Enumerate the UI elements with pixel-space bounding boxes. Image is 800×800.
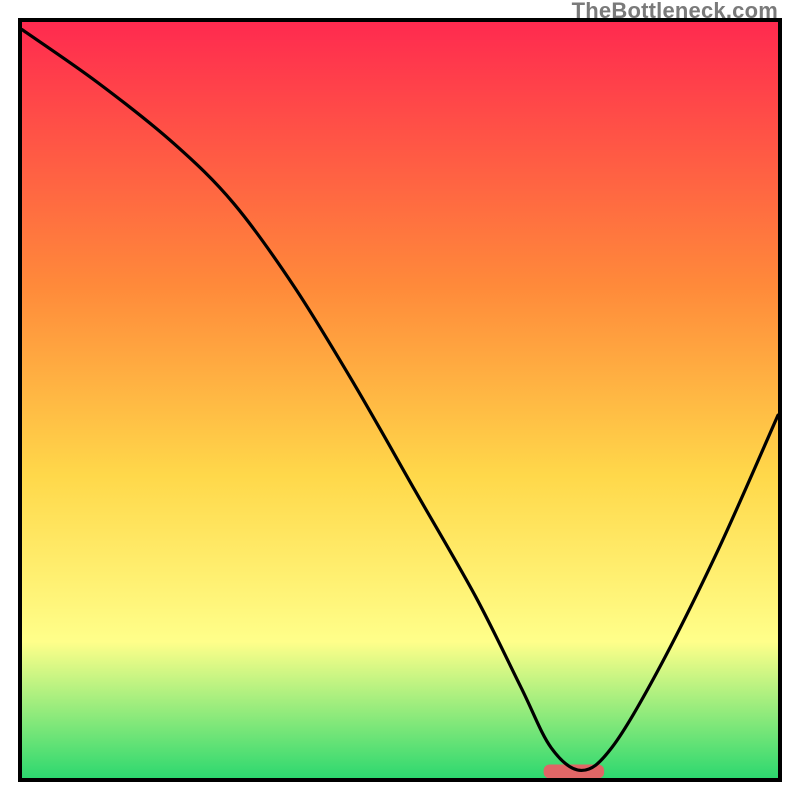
- chart-frame: [18, 18, 782, 782]
- gradient-background: [22, 22, 778, 778]
- chart-svg: [22, 22, 778, 778]
